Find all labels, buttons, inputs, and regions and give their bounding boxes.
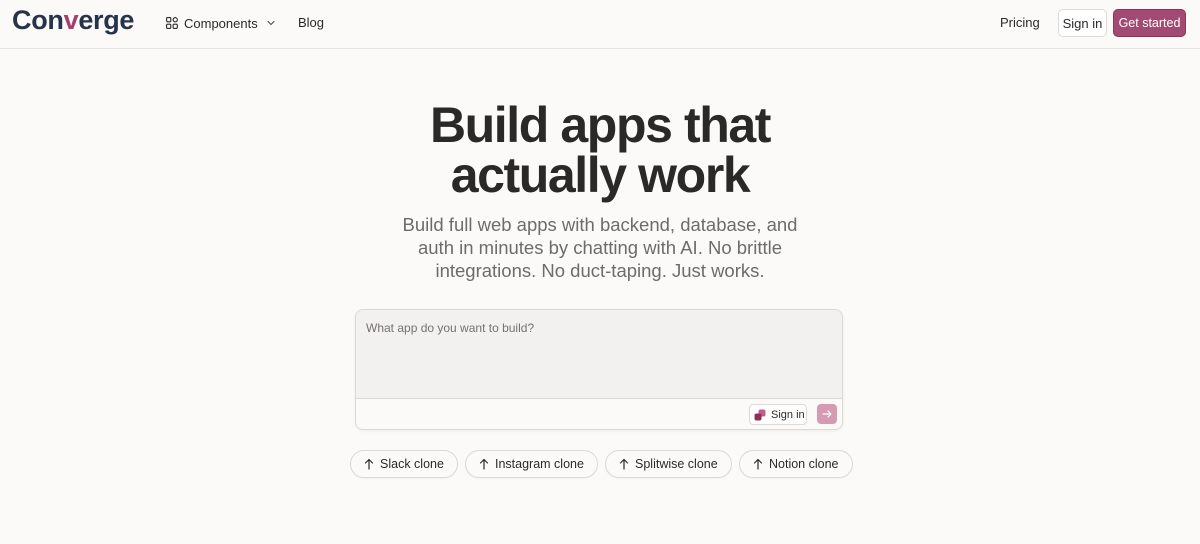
suggestion-chip-instagram[interactable]: Instagram clone bbox=[465, 450, 598, 478]
suggestion-label: Splitwise clone bbox=[635, 457, 718, 471]
prompt-box: Sign in bbox=[355, 309, 843, 430]
arrow-up-icon bbox=[619, 458, 629, 470]
get-started-button[interactable]: Get started bbox=[1113, 9, 1186, 37]
nav-blog-link[interactable]: Blog bbox=[298, 15, 324, 30]
logo[interactable]: Converge bbox=[12, 5, 134, 36]
suggestion-label: Slack clone bbox=[380, 457, 444, 471]
prompt-sign-in-button[interactable]: Sign in bbox=[749, 404, 807, 425]
prompt-sign-in-label: Sign in bbox=[771, 408, 805, 421]
logo-accent: v bbox=[63, 5, 79, 35]
logo-suffix: erge bbox=[78, 5, 135, 35]
hero-title-line2: actually work bbox=[450, 147, 751, 203]
suggestion-label: Notion clone bbox=[769, 457, 839, 471]
send-button[interactable] bbox=[817, 404, 837, 424]
nav-pricing-link[interactable]: Pricing bbox=[1000, 15, 1040, 30]
suggestion-label: Instagram clone bbox=[495, 457, 584, 471]
hero-subtitle: Build full web apps with backend, databa… bbox=[402, 214, 798, 281]
logo-prefix: Con bbox=[12, 5, 64, 35]
brand-logo-icon bbox=[754, 409, 766, 420]
hero-title-line1: Build apps that bbox=[429, 97, 772, 153]
suggestion-chip-slack[interactable]: Slack clone bbox=[350, 450, 458, 478]
prompt-input[interactable] bbox=[356, 310, 842, 398]
arrow-up-icon bbox=[753, 458, 763, 470]
nav-components-label: Components bbox=[184, 15, 258, 31]
suggestion-chip-splitwise[interactable]: Splitwise clone bbox=[605, 450, 732, 478]
top-nav: Converge Components Blog Pricing Sign in… bbox=[0, 0, 1200, 49]
grid-icon bbox=[166, 17, 178, 29]
sign-in-button[interactable]: Sign in bbox=[1058, 9, 1107, 37]
hero-title: Build apps that actually work bbox=[300, 100, 900, 200]
arrow-up-icon bbox=[479, 458, 489, 470]
arrow-up-icon bbox=[364, 458, 374, 470]
prompt-footer: Sign in bbox=[356, 398, 842, 429]
arrow-right-icon bbox=[822, 410, 832, 418]
chevron-down-icon bbox=[267, 20, 275, 26]
nav-components-dropdown[interactable]: Components bbox=[166, 14, 276, 32]
suggestion-chip-notion[interactable]: Notion clone bbox=[739, 450, 853, 478]
